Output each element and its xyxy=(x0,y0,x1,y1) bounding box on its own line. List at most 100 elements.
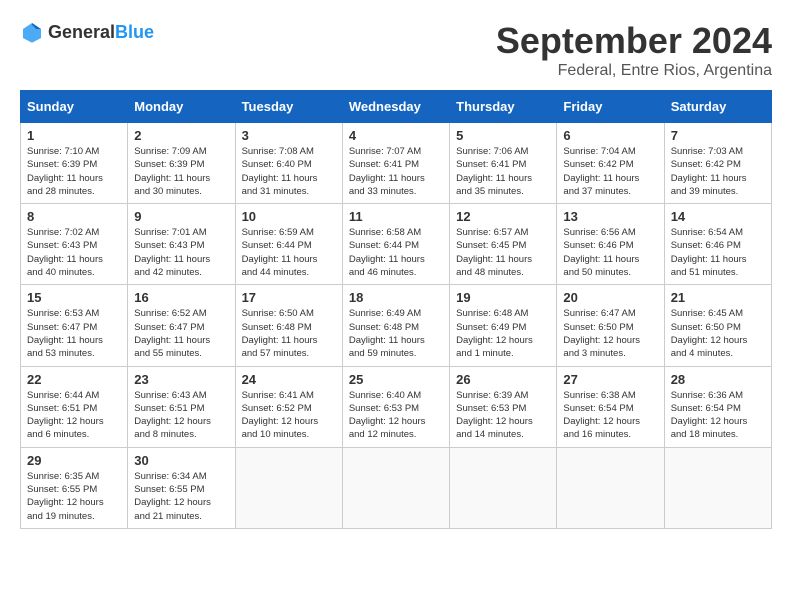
day-info: Sunrise: 6:40 AMSunset: 6:53 PMDaylight:… xyxy=(349,389,443,442)
month-title: September 2024 xyxy=(496,20,772,62)
calendar-cell: 15 Sunrise: 6:53 AMSunset: 6:47 PMDaylig… xyxy=(21,285,128,366)
calendar-cell: 2 Sunrise: 7:09 AMSunset: 6:39 PMDayligh… xyxy=(128,123,235,204)
calendar-cell: 1 Sunrise: 7:10 AMSunset: 6:39 PMDayligh… xyxy=(21,123,128,204)
column-header-wednesday: Wednesday xyxy=(342,91,449,123)
day-info: Sunrise: 6:38 AMSunset: 6:54 PMDaylight:… xyxy=(563,389,657,442)
column-header-monday: Monday xyxy=(128,91,235,123)
day-number: 29 xyxy=(27,453,121,468)
day-info: Sunrise: 6:49 AMSunset: 6:48 PMDaylight:… xyxy=(349,307,443,360)
day-number: 13 xyxy=(563,209,657,224)
day-number: 17 xyxy=(242,290,336,305)
calendar-cell: 4 Sunrise: 7:07 AMSunset: 6:41 PMDayligh… xyxy=(342,123,449,204)
day-number: 26 xyxy=(456,372,550,387)
calendar-cell: 26 Sunrise: 6:39 AMSunset: 6:53 PMDaylig… xyxy=(450,366,557,447)
day-number: 22 xyxy=(27,372,121,387)
calendar-cell: 22 Sunrise: 6:44 AMSunset: 6:51 PMDaylig… xyxy=(21,366,128,447)
column-header-friday: Friday xyxy=(557,91,664,123)
day-info: Sunrise: 6:48 AMSunset: 6:49 PMDaylight:… xyxy=(456,307,550,360)
day-info: Sunrise: 7:08 AMSunset: 6:40 PMDaylight:… xyxy=(242,145,336,198)
day-info: Sunrise: 6:41 AMSunset: 6:52 PMDaylight:… xyxy=(242,389,336,442)
logo-general: General xyxy=(48,22,115,42)
day-number: 6 xyxy=(563,128,657,143)
day-info: Sunrise: 6:39 AMSunset: 6:53 PMDaylight:… xyxy=(456,389,550,442)
calendar-cell: 24 Sunrise: 6:41 AMSunset: 6:52 PMDaylig… xyxy=(235,366,342,447)
calendar-cell: 9 Sunrise: 7:01 AMSunset: 6:43 PMDayligh… xyxy=(128,204,235,285)
calendar-cell xyxy=(235,447,342,528)
calendar-week-2: 8 Sunrise: 7:02 AMSunset: 6:43 PMDayligh… xyxy=(21,204,772,285)
logo-text: GeneralBlue xyxy=(48,22,154,43)
day-info: Sunrise: 6:44 AMSunset: 6:51 PMDaylight:… xyxy=(27,389,121,442)
calendar-week-3: 15 Sunrise: 6:53 AMSunset: 6:47 PMDaylig… xyxy=(21,285,772,366)
day-number: 5 xyxy=(456,128,550,143)
calendar-cell: 17 Sunrise: 6:50 AMSunset: 6:48 PMDaylig… xyxy=(235,285,342,366)
calendar-cell: 11 Sunrise: 6:58 AMSunset: 6:44 PMDaylig… xyxy=(342,204,449,285)
calendar-cell: 29 Sunrise: 6:35 AMSunset: 6:55 PMDaylig… xyxy=(21,447,128,528)
logo-icon xyxy=(20,20,44,44)
day-info: Sunrise: 7:04 AMSunset: 6:42 PMDaylight:… xyxy=(563,145,657,198)
day-info: Sunrise: 7:01 AMSunset: 6:43 PMDaylight:… xyxy=(134,226,228,279)
day-number: 8 xyxy=(27,209,121,224)
calendar-cell: 25 Sunrise: 6:40 AMSunset: 6:53 PMDaylig… xyxy=(342,366,449,447)
day-info: Sunrise: 6:36 AMSunset: 6:54 PMDaylight:… xyxy=(671,389,765,442)
calendar-cell xyxy=(557,447,664,528)
day-info: Sunrise: 6:34 AMSunset: 6:55 PMDaylight:… xyxy=(134,470,228,523)
day-info: Sunrise: 7:03 AMSunset: 6:42 PMDaylight:… xyxy=(671,145,765,198)
title-section: September 2024 Federal, Entre Rios, Arge… xyxy=(496,20,772,80)
day-info: Sunrise: 6:35 AMSunset: 6:55 PMDaylight:… xyxy=(27,470,121,523)
calendar-header-row: SundayMondayTuesdayWednesdayThursdayFrid… xyxy=(21,91,772,123)
calendar-cell: 30 Sunrise: 6:34 AMSunset: 6:55 PMDaylig… xyxy=(128,447,235,528)
day-info: Sunrise: 6:54 AMSunset: 6:46 PMDaylight:… xyxy=(671,226,765,279)
day-number: 10 xyxy=(242,209,336,224)
day-number: 11 xyxy=(349,209,443,224)
column-header-tuesday: Tuesday xyxy=(235,91,342,123)
calendar-cell: 8 Sunrise: 7:02 AMSunset: 6:43 PMDayligh… xyxy=(21,204,128,285)
logo-blue: Blue xyxy=(115,22,154,42)
column-header-saturday: Saturday xyxy=(664,91,771,123)
calendar-week-4: 22 Sunrise: 6:44 AMSunset: 6:51 PMDaylig… xyxy=(21,366,772,447)
calendar-cell xyxy=(450,447,557,528)
day-info: Sunrise: 6:47 AMSunset: 6:50 PMDaylight:… xyxy=(563,307,657,360)
calendar-cell: 7 Sunrise: 7:03 AMSunset: 6:42 PMDayligh… xyxy=(664,123,771,204)
day-info: Sunrise: 6:45 AMSunset: 6:50 PMDaylight:… xyxy=(671,307,765,360)
calendar-cell: 14 Sunrise: 6:54 AMSunset: 6:46 PMDaylig… xyxy=(664,204,771,285)
day-number: 23 xyxy=(134,372,228,387)
day-info: Sunrise: 6:53 AMSunset: 6:47 PMDaylight:… xyxy=(27,307,121,360)
calendar-cell: 19 Sunrise: 6:48 AMSunset: 6:49 PMDaylig… xyxy=(450,285,557,366)
column-header-thursday: Thursday xyxy=(450,91,557,123)
calendar-table: SundayMondayTuesdayWednesdayThursdayFrid… xyxy=(20,90,772,529)
day-info: Sunrise: 7:02 AMSunset: 6:43 PMDaylight:… xyxy=(27,226,121,279)
calendar-cell: 10 Sunrise: 6:59 AMSunset: 6:44 PMDaylig… xyxy=(235,204,342,285)
day-info: Sunrise: 6:52 AMSunset: 6:47 PMDaylight:… xyxy=(134,307,228,360)
day-info: Sunrise: 6:56 AMSunset: 6:46 PMDaylight:… xyxy=(563,226,657,279)
day-info: Sunrise: 6:59 AMSunset: 6:44 PMDaylight:… xyxy=(242,226,336,279)
day-number: 12 xyxy=(456,209,550,224)
calendar-cell: 16 Sunrise: 6:52 AMSunset: 6:47 PMDaylig… xyxy=(128,285,235,366)
day-number: 20 xyxy=(563,290,657,305)
day-info: Sunrise: 7:09 AMSunset: 6:39 PMDaylight:… xyxy=(134,145,228,198)
column-header-sunday: Sunday xyxy=(21,91,128,123)
calendar-cell: 28 Sunrise: 6:36 AMSunset: 6:54 PMDaylig… xyxy=(664,366,771,447)
day-number: 15 xyxy=(27,290,121,305)
day-number: 28 xyxy=(671,372,765,387)
calendar-cell: 6 Sunrise: 7:04 AMSunset: 6:42 PMDayligh… xyxy=(557,123,664,204)
location-subtitle: Federal, Entre Rios, Argentina xyxy=(496,62,772,80)
day-info: Sunrise: 7:10 AMSunset: 6:39 PMDaylight:… xyxy=(27,145,121,198)
calendar-cell: 13 Sunrise: 6:56 AMSunset: 6:46 PMDaylig… xyxy=(557,204,664,285)
calendar-week-1: 1 Sunrise: 7:10 AMSunset: 6:39 PMDayligh… xyxy=(21,123,772,204)
calendar-cell: 21 Sunrise: 6:45 AMSunset: 6:50 PMDaylig… xyxy=(664,285,771,366)
calendar-cell: 27 Sunrise: 6:38 AMSunset: 6:54 PMDaylig… xyxy=(557,366,664,447)
calendar-cell xyxy=(664,447,771,528)
calendar-cell: 23 Sunrise: 6:43 AMSunset: 6:51 PMDaylig… xyxy=(128,366,235,447)
day-number: 27 xyxy=(563,372,657,387)
calendar-cell: 18 Sunrise: 6:49 AMSunset: 6:48 PMDaylig… xyxy=(342,285,449,366)
day-number: 19 xyxy=(456,290,550,305)
day-number: 9 xyxy=(134,209,228,224)
day-number: 1 xyxy=(27,128,121,143)
calendar-cell xyxy=(342,447,449,528)
day-info: Sunrise: 7:07 AMSunset: 6:41 PMDaylight:… xyxy=(349,145,443,198)
day-number: 16 xyxy=(134,290,228,305)
day-info: Sunrise: 6:50 AMSunset: 6:48 PMDaylight:… xyxy=(242,307,336,360)
page-header: GeneralBlue September 2024 Federal, Entr… xyxy=(20,20,772,80)
day-number: 21 xyxy=(671,290,765,305)
day-number: 18 xyxy=(349,290,443,305)
